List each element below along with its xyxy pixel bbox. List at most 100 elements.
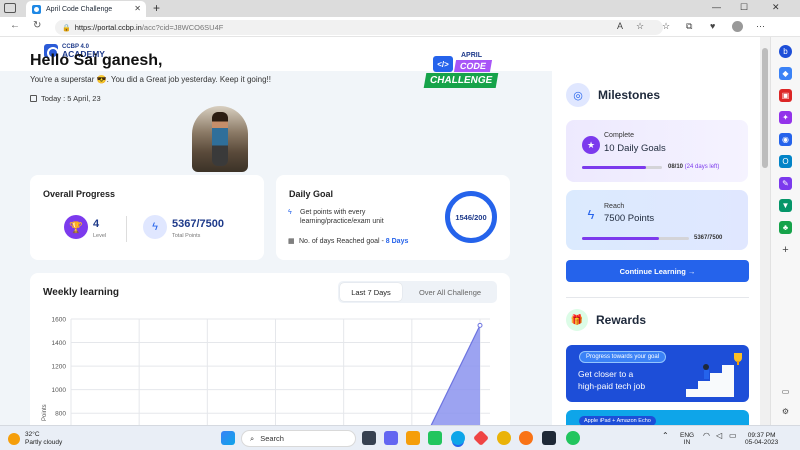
toolbox-icon[interactable]: ▣ bbox=[779, 89, 792, 102]
y-tick-label: 800 bbox=[55, 411, 66, 418]
more-options-icon[interactable]: ⋯ bbox=[756, 21, 765, 32]
url-path: /acc?cid=J8WCO6SU4F bbox=[141, 23, 224, 32]
weekly-learning-chart: 1600 1400 1200 1000 800 Points bbox=[42, 317, 490, 431]
rewards-text: Get closer to a high-paid tech job bbox=[578, 368, 645, 392]
search-icon: ⌕ bbox=[250, 433, 255, 443]
today-date-text: Today : 5 April, 23 bbox=[41, 94, 101, 103]
new-tab-button[interactable]: + bbox=[153, 1, 160, 15]
rewards-line1: Get closer to a bbox=[578, 369, 634, 379]
bing-icon[interactable]: b bbox=[779, 45, 792, 58]
calendar-small-icon: ▦ bbox=[288, 238, 295, 245]
reach-goal: 7500 Points bbox=[604, 213, 655, 224]
back-arrow-icon[interactable]: ← bbox=[10, 20, 20, 31]
milestone-complete-card: ★ Complete 10 Daily Goals 08/10 (24 days… bbox=[566, 120, 748, 182]
collections-icon[interactable]: ⧉ bbox=[686, 21, 692, 32]
tree-icon[interactable]: ♣ bbox=[779, 221, 792, 234]
url-field[interactable]: 🔒 https://portal.ccbp.in/acc?cid=J8WCO6S… bbox=[55, 20, 663, 35]
start-icon[interactable] bbox=[221, 431, 235, 445]
complete-label: Complete bbox=[604, 132, 634, 139]
volume-icon[interactable]: ◁ bbox=[716, 432, 722, 440]
profile-avatar-icon[interactable] bbox=[732, 21, 743, 32]
lang-line2: IN bbox=[683, 439, 691, 446]
daily-goal-progress-ring: 1546/200 bbox=[445, 191, 497, 243]
browser-tab[interactable]: April Code Challenge ✕ bbox=[26, 1, 146, 17]
data-point bbox=[477, 322, 483, 328]
tab-last-7-days[interactable]: Last 7 Days bbox=[340, 283, 402, 301]
maximize-button[interactable]: ☐ bbox=[740, 2, 748, 13]
task-view-icon[interactable] bbox=[362, 431, 376, 445]
rewards-pill: Progress towards your goal bbox=[579, 351, 667, 363]
badge-challenge-text: CHALLENGE bbox=[423, 73, 499, 88]
complete-progress-fill bbox=[582, 166, 646, 169]
daily-goal-title: Daily Goal bbox=[289, 189, 334, 199]
rewards-title: Rewards bbox=[596, 313, 647, 327]
chrome-icon[interactable] bbox=[497, 431, 511, 445]
sidebar-layout-icon[interactable]: ▭ bbox=[779, 385, 792, 398]
scrollbar-thumb[interactable] bbox=[762, 48, 768, 168]
weather-sun-icon bbox=[8, 433, 20, 445]
daily-goal-desc-line1: Get points with every bbox=[300, 209, 366, 216]
terminal-icon[interactable] bbox=[542, 431, 556, 445]
section-divider bbox=[566, 297, 749, 298]
user-avatar[interactable] bbox=[192, 106, 248, 172]
add-sidebar-icon[interactable]: + bbox=[779, 243, 792, 256]
points-value: 5367/7500 bbox=[172, 218, 224, 230]
read-aloud-icon[interactable]: A bbox=[617, 21, 623, 31]
edge-icon[interactable] bbox=[451, 431, 465, 445]
tab-actions-icon[interactable] bbox=[4, 3, 16, 13]
drop-icon[interactable]: ▼ bbox=[779, 199, 792, 212]
gift-icon: 🎁 bbox=[566, 309, 588, 331]
tag-icon[interactable]: ◆ bbox=[779, 67, 792, 80]
app-red-icon[interactable] bbox=[473, 430, 489, 446]
minimize-button[interactable]: — bbox=[712, 2, 721, 12]
browser-sidebar: b ◆ ▣ ✦ ◉ O ✎ ▼ ♣ + ▭ ⚙ bbox=[770, 37, 800, 425]
lock-icon: 🔒 bbox=[62, 24, 71, 32]
level-value: 4 bbox=[93, 218, 100, 230]
favorite-icon[interactable]: ☆ bbox=[636, 21, 644, 32]
points-label: Total Points bbox=[172, 233, 201, 239]
tab-close-icon[interactable]: ✕ bbox=[134, 4, 141, 13]
store-icon[interactable] bbox=[428, 431, 442, 445]
file-explorer-icon[interactable] bbox=[406, 431, 420, 445]
wifi-icon[interactable]: ◠ bbox=[703, 432, 710, 440]
weather-desc: Partly cloudy bbox=[25, 439, 63, 446]
teams-chat-icon[interactable] bbox=[384, 431, 398, 445]
y-tick-label: 1000 bbox=[52, 387, 67, 394]
taskbar-search[interactable]: ⌕ Search bbox=[241, 430, 356, 447]
language-indicator[interactable]: ENG IN bbox=[680, 432, 694, 446]
outlook-icon[interactable]: O bbox=[779, 155, 792, 168]
whatsapp-icon[interactable] bbox=[566, 431, 580, 445]
refresh-icon[interactable]: ↻ bbox=[33, 20, 41, 31]
battery-icon[interactable]: ▭ bbox=[729, 432, 737, 440]
site-favicon-icon bbox=[32, 4, 41, 14]
lightning-small-icon: ϟ bbox=[288, 209, 292, 216]
trophy-icon: 🏆 bbox=[64, 215, 88, 239]
weather-temp: 32°C bbox=[25, 431, 40, 438]
tab-overall-challenge[interactable]: Over All Challenge bbox=[406, 283, 494, 301]
designer-icon[interactable]: ✎ bbox=[779, 177, 792, 190]
browser-essentials-icon[interactable]: ♥ bbox=[710, 21, 715, 31]
reach-progress-fill bbox=[582, 237, 659, 240]
ring-text: 1546/200 bbox=[455, 212, 487, 222]
overall-progress-card: Overall Progress 🏆 4 Level ϟ 5367/7500 T… bbox=[30, 175, 264, 260]
weekly-learning-title: Weekly learning bbox=[43, 287, 119, 298]
calendar-icon bbox=[30, 95, 37, 102]
office-icon[interactable]: ◉ bbox=[779, 133, 792, 146]
settings-gear-icon[interactable]: ⚙ bbox=[779, 405, 792, 418]
milestone-reach-card: ϟ Reach 7500 Points 5367/7500 bbox=[566, 190, 748, 250]
rewards-banner[interactable]: Progress towards your goal Get closer to… bbox=[566, 345, 749, 402]
reach-label: Reach bbox=[604, 203, 625, 210]
tray-chevron-icon[interactable]: ⌃ bbox=[662, 432, 669, 440]
close-window-button[interactable]: ✕ bbox=[772, 2, 780, 13]
clock[interactable]: 09:37 PM 05-04-2023 bbox=[745, 432, 778, 446]
complete-progress-note: (24 days left) bbox=[683, 164, 720, 170]
reach-progress-text: 5367/7500 bbox=[694, 235, 723, 241]
firefox-icon[interactable] bbox=[519, 431, 533, 445]
games-icon[interactable]: ✦ bbox=[779, 111, 792, 124]
star-icon: ★ bbox=[582, 136, 600, 154]
continue-learning-button[interactable]: Continue Learning → bbox=[566, 260, 749, 282]
level-label: Level bbox=[93, 233, 107, 239]
overall-progress-title: Overall Progress bbox=[43, 189, 116, 199]
weather-widget[interactable]: 32°C Partly cloudy bbox=[8, 431, 62, 447]
favorites-bar-icon[interactable]: ☆ bbox=[662, 21, 670, 32]
